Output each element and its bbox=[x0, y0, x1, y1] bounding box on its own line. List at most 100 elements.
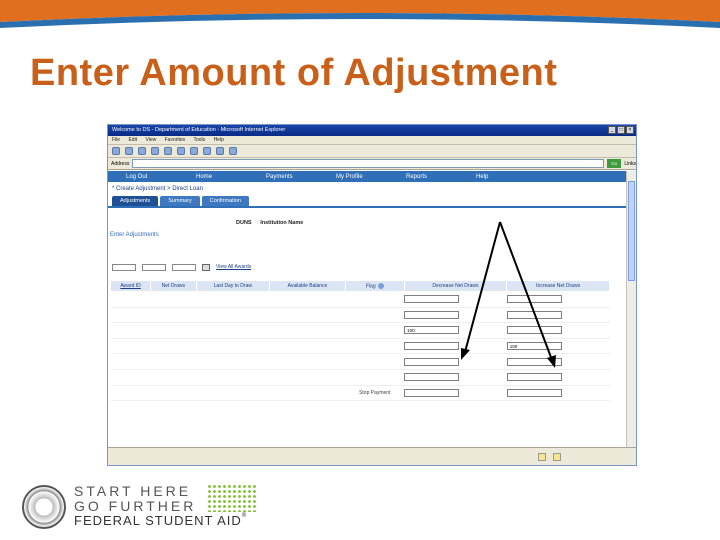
registered-icon: ® bbox=[241, 513, 248, 519]
increase-input[interactable]: 100 bbox=[506, 342, 562, 351]
nav-home[interactable]: Home bbox=[196, 174, 266, 180]
increase-input[interactable] bbox=[506, 388, 562, 397]
decrease-input[interactable]: 100 bbox=[404, 326, 460, 335]
header-flag: Flag bbox=[344, 280, 405, 292]
stop-icon[interactable] bbox=[138, 147, 146, 155]
pager-go-button[interactable] bbox=[202, 263, 210, 271]
mail-icon[interactable] bbox=[216, 147, 224, 155]
page-size-select[interactable] bbox=[112, 263, 136, 271]
department-seal-icon bbox=[22, 485, 66, 529]
increase-input[interactable] bbox=[506, 357, 562, 366]
decrease-cell bbox=[404, 353, 507, 370]
dot-grid-icon bbox=[207, 484, 257, 512]
flag-cell bbox=[345, 338, 405, 355]
award-filter-input[interactable] bbox=[172, 263, 196, 271]
print-icon[interactable] bbox=[229, 147, 237, 155]
header-decrease: Decrease Net Draws bbox=[403, 280, 508, 292]
wizard-tabs: Adjustments Summary Confirmation bbox=[108, 196, 628, 208]
zone-icon bbox=[553, 453, 561, 461]
back-icon[interactable] bbox=[112, 147, 120, 155]
minimize-icon[interactable]: _ bbox=[608, 126, 616, 134]
browser-toolbar bbox=[108, 145, 636, 158]
nav-log-out[interactable]: Log Out bbox=[126, 174, 196, 180]
view-all-awards-link[interactable]: View All Awards bbox=[216, 264, 251, 270]
search-icon[interactable] bbox=[177, 147, 185, 155]
table-row bbox=[110, 307, 610, 324]
institution-name-label: Institution Name bbox=[260, 220, 304, 226]
fsa-logo: START HERE GO FURTHER FEDERAL STUDENT AI… bbox=[22, 480, 342, 530]
address-bar: Address Go Links bbox=[108, 158, 636, 170]
flag-cell bbox=[345, 322, 405, 339]
scrollbar-thumb[interactable] bbox=[628, 181, 635, 281]
menu-view[interactable]: View bbox=[145, 137, 156, 143]
maximize-icon[interactable]: □ bbox=[617, 126, 625, 134]
home-icon[interactable] bbox=[164, 147, 172, 155]
net-draws-cell bbox=[150, 353, 197, 370]
breadcrumb: * Create Adjustment > Direct Loan bbox=[108, 182, 628, 196]
last-day-cell bbox=[196, 369, 270, 386]
table-row bbox=[110, 369, 610, 386]
table-header-row: Award ID Net Draws Last Day to Draw Avai… bbox=[109, 280, 610, 292]
decrease-input[interactable] bbox=[404, 388, 460, 397]
tab-adjustments[interactable]: Adjustments bbox=[112, 196, 159, 206]
net-draws-cell bbox=[150, 338, 197, 355]
nav-reports[interactable]: Reports bbox=[406, 174, 476, 180]
page-number-select[interactable] bbox=[142, 263, 166, 271]
menu-bar: File Edit View Favorites Tools Help bbox=[108, 136, 636, 145]
breadcrumb-program[interactable]: Direct Loan bbox=[172, 186, 203, 192]
decrease-input[interactable] bbox=[404, 310, 460, 319]
increase-input[interactable] bbox=[506, 373, 562, 382]
award-id-cell bbox=[110, 353, 151, 370]
balance-cell bbox=[269, 353, 346, 370]
nav-my-profile[interactable]: My Profile bbox=[336, 174, 406, 180]
top-wave-banner bbox=[0, 0, 720, 28]
menu-tools[interactable]: Tools bbox=[193, 137, 205, 143]
menu-help[interactable]: Help bbox=[214, 137, 224, 143]
award-id-cell bbox=[110, 369, 151, 386]
award-id-cell bbox=[110, 338, 151, 355]
menu-file[interactable]: File bbox=[112, 137, 120, 143]
flag-cell: Stop Payment bbox=[345, 385, 405, 402]
tab-summary[interactable]: Summary bbox=[160, 196, 200, 206]
history-icon[interactable] bbox=[203, 147, 211, 155]
header-award-id[interactable]: Award ID bbox=[109, 280, 152, 292]
help-icon[interactable] bbox=[377, 282, 384, 289]
balance-cell bbox=[269, 322, 346, 339]
refresh-icon[interactable] bbox=[151, 147, 159, 155]
brand-line-2: GO FURTHER bbox=[74, 498, 197, 514]
menu-edit[interactable]: Edit bbox=[128, 137, 137, 143]
header-available-balance: Available Balance bbox=[269, 280, 346, 292]
header-last-day: Last Day to Draw bbox=[195, 280, 271, 292]
increase-input[interactable] bbox=[506, 310, 562, 319]
address-label: Address bbox=[111, 160, 130, 167]
increase-input[interactable] bbox=[506, 326, 562, 335]
brand-line-1: START HERE bbox=[74, 483, 192, 499]
tab-confirmation[interactable]: Confirmation bbox=[201, 196, 249, 206]
nav-payments[interactable]: Payments bbox=[266, 174, 336, 180]
breadcrumb-create[interactable]: Create Adjustment bbox=[116, 186, 165, 192]
vertical-scrollbar[interactable] bbox=[626, 171, 636, 449]
web-page: Log Out Home Payments My Profile Reports… bbox=[108, 171, 628, 449]
decrease-input[interactable] bbox=[404, 342, 460, 351]
favorites-icon[interactable] bbox=[190, 147, 198, 155]
forward-icon[interactable] bbox=[125, 147, 133, 155]
increase-cell bbox=[506, 353, 610, 370]
balance-cell bbox=[269, 307, 346, 324]
menu-favorites[interactable]: Favorites bbox=[165, 137, 186, 143]
close-icon[interactable]: × bbox=[626, 126, 634, 134]
decrease-input[interactable] bbox=[404, 373, 460, 382]
links-label[interactable]: Links bbox=[624, 161, 636, 167]
site-nav: Log Out Home Payments My Profile Reports… bbox=[108, 171, 628, 182]
decrease-input[interactable] bbox=[404, 357, 460, 366]
table-row bbox=[110, 353, 610, 370]
increase-input[interactable] bbox=[506, 295, 562, 304]
award-id-cell bbox=[110, 322, 151, 339]
go-button[interactable]: Go bbox=[607, 159, 622, 168]
nav-help[interactable]: Help bbox=[476, 174, 546, 180]
address-input[interactable] bbox=[132, 159, 605, 168]
increase-cell bbox=[506, 385, 610, 402]
decrease-input[interactable] bbox=[404, 295, 460, 304]
decrease-cell: 100 bbox=[404, 322, 507, 339]
balance-cell bbox=[269, 338, 346, 355]
decrease-cell bbox=[404, 369, 507, 386]
